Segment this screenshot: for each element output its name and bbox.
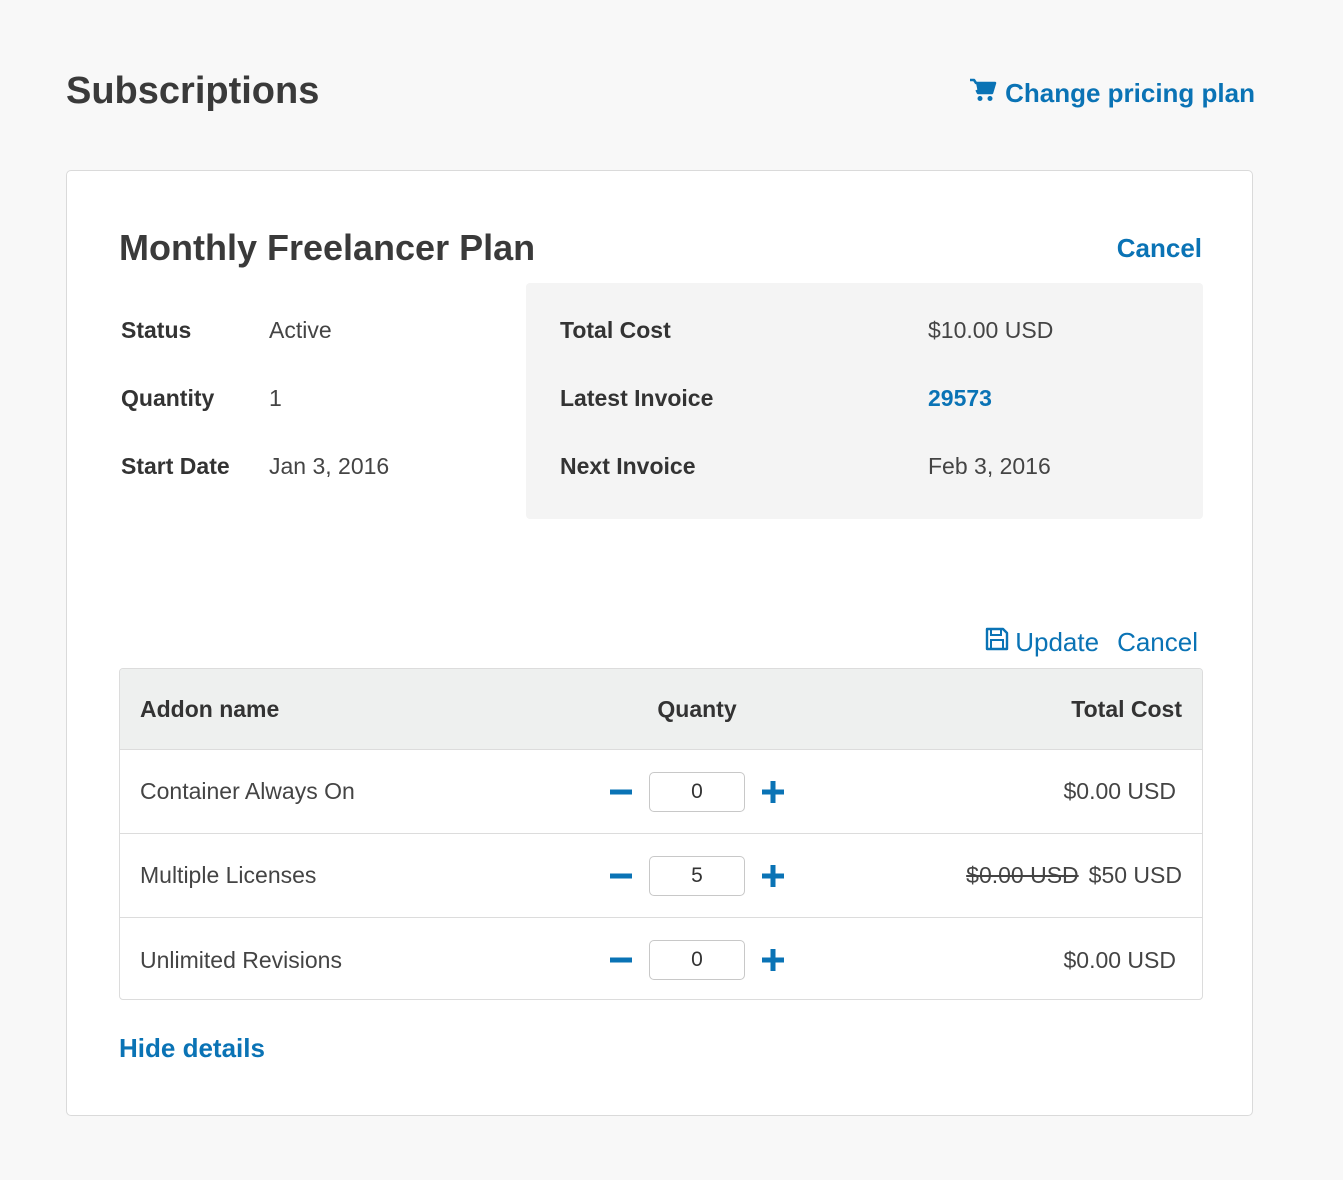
cancel-plan-link[interactable]: Cancel <box>1117 233 1202 264</box>
column-header-quantity: Quanty <box>657 695 737 722</box>
shopping-cart-icon <box>969 78 997 109</box>
next-invoice-value: Feb 3, 2016 <box>928 453 1051 479</box>
addon-name: Unlimited Revisions <box>140 946 342 973</box>
plus-icon[interactable] <box>759 946 787 974</box>
quantity-stepper <box>550 940 844 980</box>
start-date-label: Start Date <box>121 453 230 479</box>
addon-total-cost: $0.00 USD <box>1063 778 1176 804</box>
status-label: Status <box>121 317 192 343</box>
floppy-disk-icon <box>985 627 1009 658</box>
addon-total-cost-cell: $0.00 USD $50 USD <box>844 862 1202 889</box>
change-pricing-plan-link[interactable]: Change pricing plan <box>969 78 1255 109</box>
minus-icon[interactable] <box>607 946 635 974</box>
next-invoice-label: Next Invoice <box>560 453 696 479</box>
quantity-input[interactable] <box>649 940 745 980</box>
column-header-total-cost: Total Cost <box>1071 695 1182 722</box>
addon-actions: Update Cancel <box>985 627 1198 658</box>
quantity-label: Quantity <box>121 385 215 411</box>
column-header-addon-name: Addon name <box>140 695 280 722</box>
table-row: Multiple Licenses $0.00 USD $50 USD <box>120 834 1202 918</box>
quantity-input[interactable] <box>649 771 745 812</box>
addon-total-cost: $0.00 USD <box>1063 946 1176 973</box>
update-button[interactable]: Update <box>985 627 1099 658</box>
minus-icon[interactable] <box>607 862 635 890</box>
latest-invoice-row: Latest Invoice 29573 <box>560 385 1053 453</box>
cancel-addons-link[interactable]: Cancel <box>1117 627 1198 658</box>
billing-summary: Total Cost $10.00 USD Latest Invoice 295… <box>526 283 1203 519</box>
plan-details: Status Active Quantity 1 Start Date Jan … <box>121 317 389 521</box>
plus-icon[interactable] <box>759 862 787 890</box>
latest-invoice-label: Latest Invoice <box>560 385 714 411</box>
next-invoice-row: Next Invoice Feb 3, 2016 <box>560 453 1053 521</box>
status-value: Active <box>269 317 332 343</box>
previous-cost: $0.00 USD <box>966 862 1079 888</box>
addon-total-cost: $50 USD <box>1088 862 1182 888</box>
quantity-stepper <box>550 855 844 896</box>
total-cost-label: Total Cost <box>560 317 671 343</box>
quantity-row: Quantity 1 <box>121 385 389 453</box>
latest-invoice-link[interactable]: 29573 <box>928 385 992 453</box>
addon-name: Multiple Licenses <box>140 862 317 888</box>
table-header: Addon name Quanty Total Cost <box>120 669 1202 750</box>
plus-icon[interactable] <box>759 778 787 806</box>
start-date-value: Jan 3, 2016 <box>269 453 390 479</box>
minus-icon[interactable] <box>607 778 635 806</box>
update-label: Update <box>1015 627 1100 657</box>
total-cost-row: Total Cost $10.00 USD <box>560 317 1053 385</box>
table-row: Unlimited Revisions $0.00 USD <box>120 918 1202 999</box>
addon-name: Container Always On <box>140 778 355 804</box>
plan-name: Monthly Freelancer Plan <box>119 227 536 268</box>
quantity-input[interactable] <box>649 855 745 896</box>
page-title: Subscriptions <box>66 70 320 112</box>
hide-details-link[interactable]: Hide details <box>119 1033 265 1064</box>
total-cost-value: $10.00 USD <box>928 317 1054 343</box>
status-row: Status Active <box>121 317 389 385</box>
subscription-card: Monthly Freelancer Plan Cancel Status Ac… <box>66 170 1253 1116</box>
addons-table: Addon name Quanty Total Cost Container A… <box>119 668 1203 1000</box>
quantity-value: 1 <box>269 385 282 411</box>
change-pricing-plan-label: Change pricing plan <box>1005 78 1255 108</box>
start-date-row: Start Date Jan 3, 2016 <box>121 453 389 521</box>
quantity-stepper <box>550 771 844 812</box>
table-row: Container Always On $0.00 USD <box>120 750 1202 834</box>
